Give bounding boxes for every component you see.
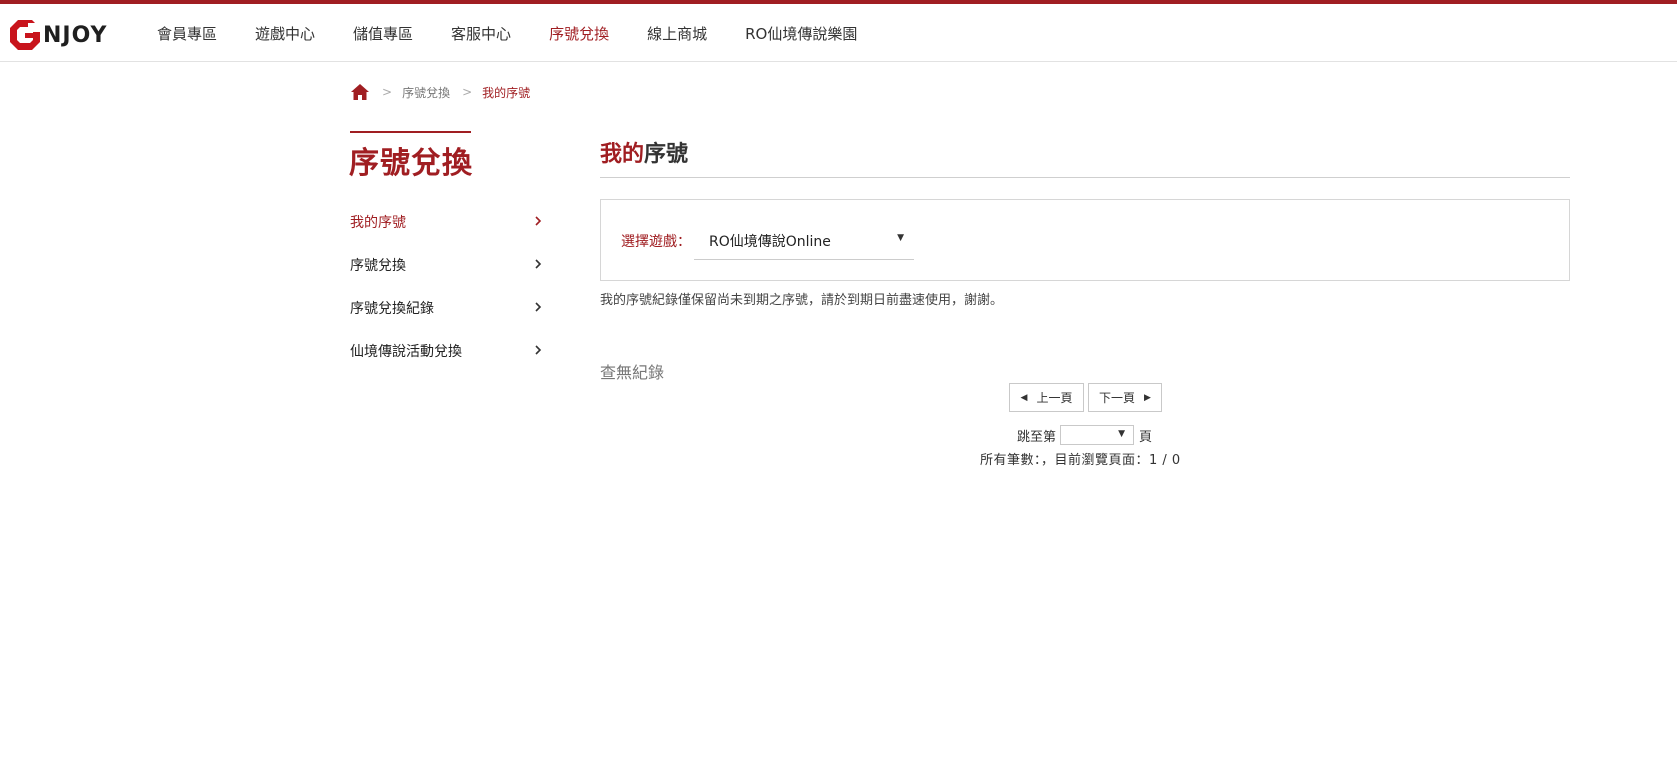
page-jump-suffix: 頁: [1139, 429, 1153, 445]
chevron-right-icon: [535, 216, 542, 226]
sidebar-item-my-serials[interactable]: 我的序號: [350, 200, 550, 243]
chevron-right-icon: [535, 302, 542, 312]
chevron-right-icon: [535, 259, 542, 269]
page-jump-prefix: 跳至第: [1017, 429, 1057, 445]
caret-right-icon: ▶: [1144, 392, 1151, 403]
nav-item-ro-park[interactable]: RO仙境傳說樂園: [745, 23, 857, 44]
prev-page-label: 上一頁: [1036, 391, 1073, 405]
empty-results-message: 查無紀錄: [600, 363, 665, 382]
game-select-panel: 選擇遊戲： RO仙境傳說Online ▼: [600, 199, 1570, 281]
page-title-highlight: 我的: [600, 142, 645, 167]
nav-item-serial-redeem[interactable]: 序號兌換: [549, 23, 609, 44]
chevron-right-icon: [535, 345, 542, 355]
game-select-dropdown[interactable]: RO仙境傳說Online ▼: [694, 220, 914, 260]
sidebar-item-label: 仙境傳說活動兌換: [350, 343, 462, 360]
caret-left-icon: ◀: [1020, 392, 1028, 403]
breadcrumb: > 序號兌換 > 我的序號: [350, 83, 530, 101]
gnjoy-logo[interactable]: NJOY: [8, 18, 107, 52]
caret-down-icon: ▼: [897, 233, 904, 243]
sidebar-item-serial-redeem[interactable]: 序號兌換: [350, 243, 550, 286]
sidebar-title-bar: [350, 131, 471, 133]
nav-item-topup[interactable]: 儲值專區: [353, 23, 413, 44]
main-nav: 會員專區 遊戲中心 儲值專區 客服中心 序號兌換 線上商城 RO仙境傳說樂園: [157, 4, 895, 62]
sidebar-item-ro-event-redeem[interactable]: 仙境傳說活動兌換: [350, 329, 550, 372]
page-title-rest: 序號: [644, 142, 689, 167]
nav-item-support[interactable]: 客服中心: [451, 23, 511, 44]
breadcrumb-serial-redeem[interactable]: 序號兌換: [402, 84, 450, 101]
breadcrumb-separator: >: [462, 85, 473, 99]
pagination-stats: 所有筆數：，目前瀏覽頁面：1 / 0: [980, 453, 1181, 468]
nav-item-game-center[interactable]: 遊戲中心: [255, 23, 315, 44]
sidebar-item-redeem-history[interactable]: 序號兌換紀錄: [350, 286, 550, 329]
game-select-label: 選擇遊戲：: [621, 234, 691, 250]
game-select-value: RO仙境傳說Online: [709, 234, 831, 250]
next-page-label: 下一頁: [1099, 391, 1136, 405]
gnjoy-logo-icon: [10, 20, 42, 50]
page-jump: 跳至第 ▼ 頁: [1017, 425, 1152, 445]
sidebar-item-label: 我的序號: [350, 214, 406, 231]
sidebar-item-label: 序號兌換: [350, 257, 406, 274]
next-page-button[interactable]: 下一頁 ▶: [1088, 383, 1162, 412]
home-icon[interactable]: [350, 83, 370, 101]
sidebar-menu: 我的序號 序號兌換 序號兌換紀錄 仙境傳說活動兌換: [350, 200, 550, 372]
title-divider: [600, 177, 1570, 178]
prev-page-button[interactable]: ◀ 上一頁: [1009, 383, 1084, 412]
page-title: 我的序號: [600, 136, 688, 168]
retention-notice: 我的序號紀錄僅保留尚未到期之序號，請於到期日前盡速使用，謝謝。: [600, 293, 1004, 308]
site-header: NJOY 會員專區 遊戲中心 儲值專區 客服中心 序號兌換 線上商城 RO仙境傳…: [0, 4, 1677, 62]
breadcrumb-current: 我的序號: [482, 85, 531, 100]
nav-item-online-mall[interactable]: 線上商城: [647, 23, 707, 44]
page-jump-select[interactable]: ▼: [1060, 425, 1135, 445]
sidebar-item-label: 序號兌換紀錄: [350, 300, 434, 317]
nav-item-member[interactable]: 會員專區: [157, 23, 217, 44]
logo-wordmark: NJOY: [43, 22, 108, 48]
caret-down-icon: ▼: [1118, 429, 1126, 439]
sidebar-title: 序號兌換: [349, 146, 473, 181]
breadcrumb-separator: >: [382, 85, 393, 99]
